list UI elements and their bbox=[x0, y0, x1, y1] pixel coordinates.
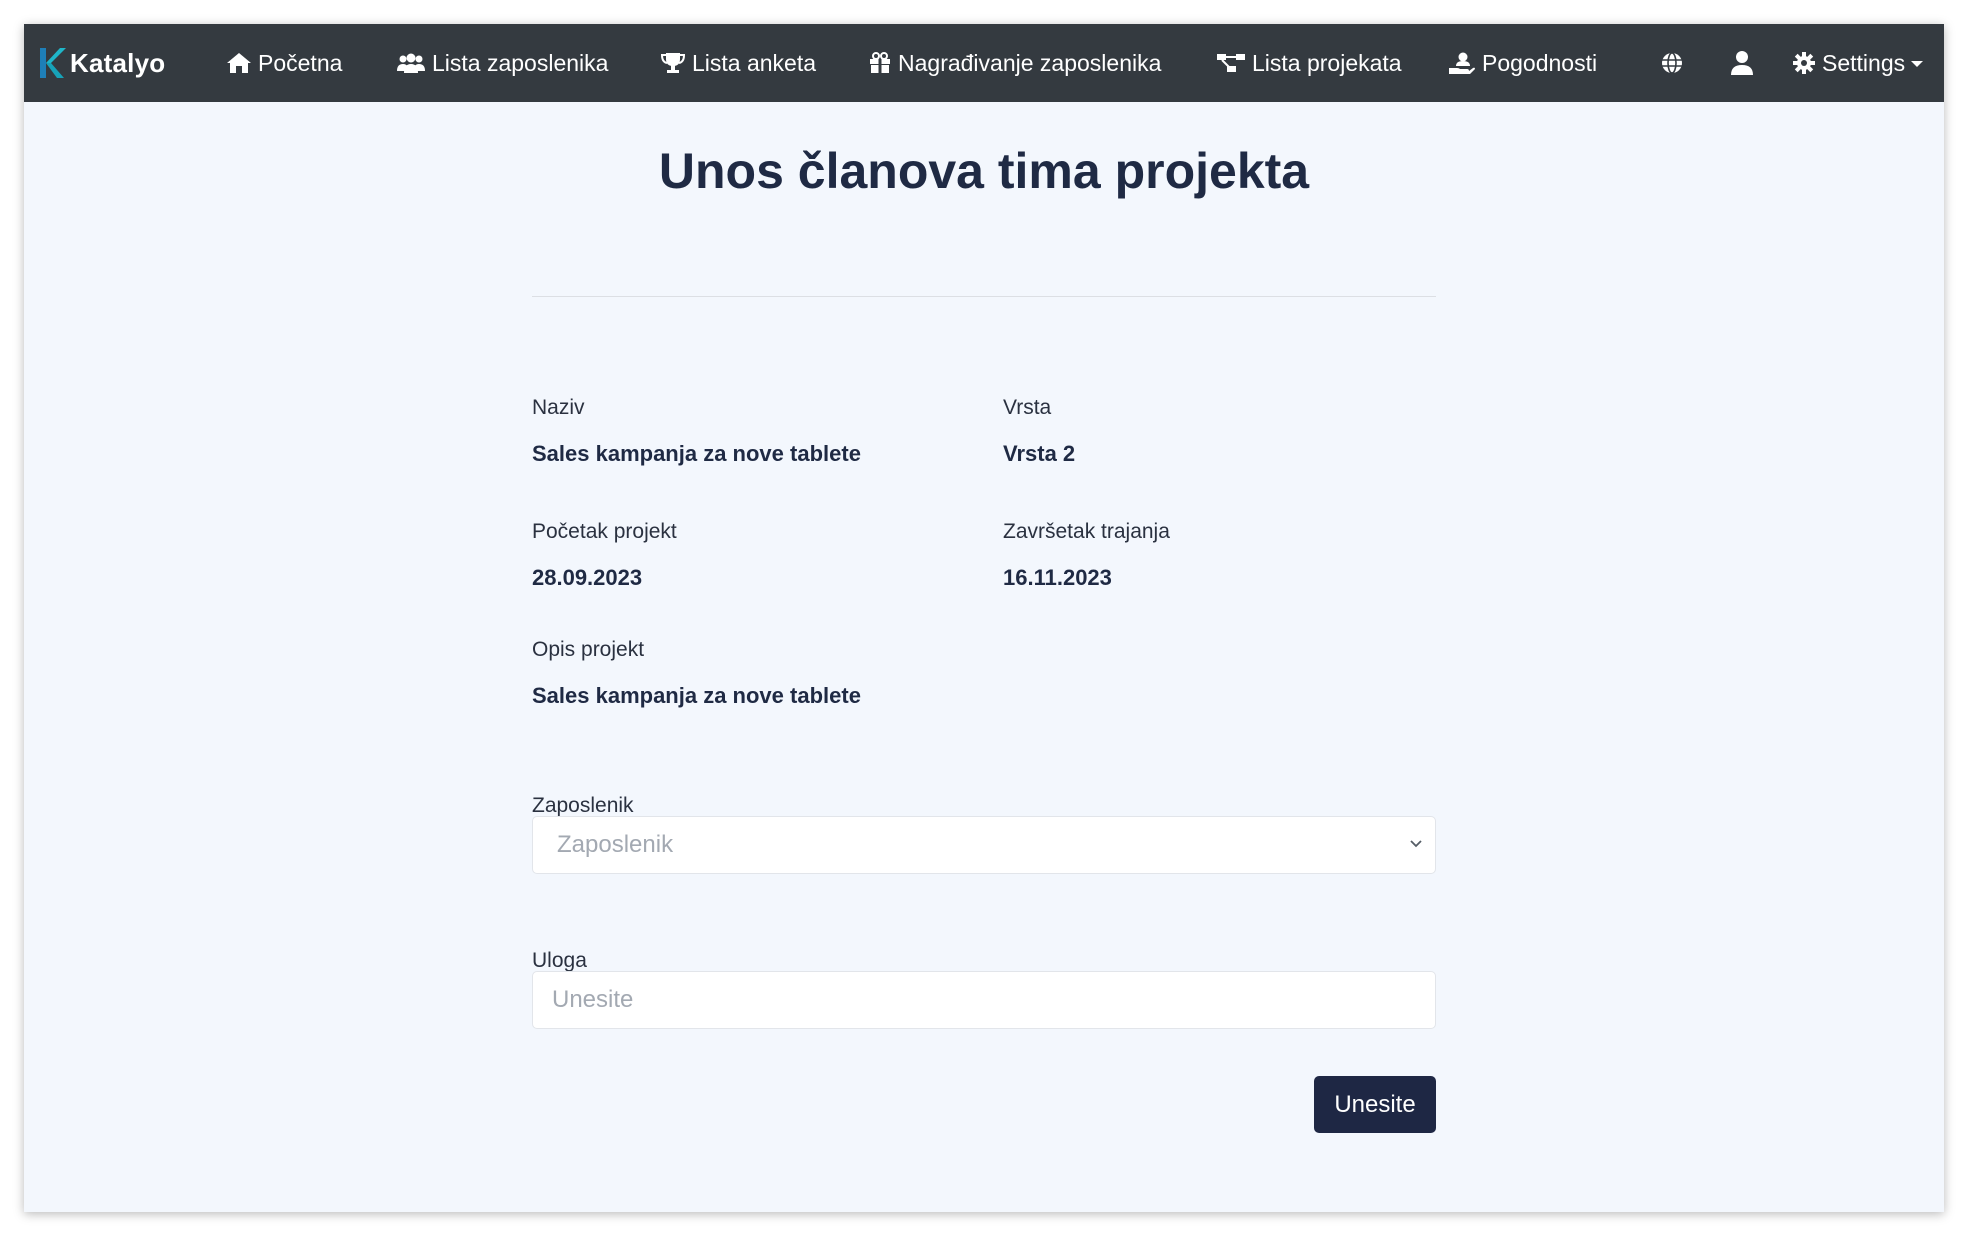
katalyo-logo-icon bbox=[40, 48, 66, 78]
naziv-label: Naziv bbox=[532, 396, 585, 419]
nav-item-label: Lista projekata bbox=[1252, 49, 1402, 76]
unesite-button[interactable]: Unesite bbox=[1314, 1076, 1436, 1133]
user-icon bbox=[1731, 51, 1753, 75]
zavrsetak-label: Završetak trajanja bbox=[1003, 520, 1170, 543]
nav-item-label: Pogodnosti bbox=[1482, 49, 1598, 76]
uloga-label: Uloga bbox=[532, 949, 587, 972]
settings-label: Settings bbox=[1822, 49, 1906, 76]
nav-item-label: Početna bbox=[258, 49, 343, 76]
uloga-input[interactable] bbox=[532, 971, 1436, 1029]
nav-item-label: Lista zaposlenika bbox=[432, 49, 609, 76]
zaposlenik-placeholder: Zaposlenik bbox=[557, 831, 674, 858]
user-profile-button[interactable] bbox=[1730, 24, 1760, 102]
vrsta-label: Vrsta bbox=[1003, 396, 1052, 419]
nav-item-pogodnosti[interactable]: Pogodnosti bbox=[1448, 24, 1597, 102]
users-icon bbox=[397, 53, 425, 73]
app-window: Katalyo Početna Lista zaposlenika Lista … bbox=[24, 24, 1944, 1212]
vrsta-value: Vrsta 2 bbox=[1003, 441, 1076, 466]
gift-icon bbox=[870, 52, 890, 73]
divider bbox=[532, 296, 1436, 297]
nav-item-lista-zaposlenika[interactable]: Lista zaposlenika bbox=[396, 24, 608, 102]
chevron-down-icon bbox=[1410, 840, 1422, 848]
caret-down-icon bbox=[1911, 61, 1924, 67]
settings-dropdown[interactable]: Settings bbox=[1792, 24, 1924, 102]
nav-item-label: Lista anketa bbox=[692, 49, 817, 76]
nav-item-lista-anketa[interactable]: Lista anketa bbox=[660, 24, 816, 102]
brand-name: Katalyo bbox=[70, 47, 166, 78]
pocetak-value: 28.09.2023 bbox=[532, 565, 643, 590]
top-navbar: Katalyo Početna Lista zaposlenika Lista … bbox=[24, 24, 1944, 102]
page-title: Unos članova tima projekta bbox=[658, 143, 1310, 199]
nav-item-nagradjivanje-zaposlenika[interactable]: Nagrađivanje zaposlenika bbox=[868, 24, 1161, 102]
opis-label: Opis projekt bbox=[532, 638, 645, 661]
zaposlenik-label: Zaposlenik bbox=[532, 794, 634, 817]
home-icon bbox=[227, 53, 251, 73]
globe-icon bbox=[1662, 52, 1682, 74]
pocetak-label: Početak projekt bbox=[532, 520, 677, 543]
opis-value: Sales kampanja za nove tablete bbox=[532, 683, 861, 708]
brand-logo[interactable]: Katalyo bbox=[38, 24, 165, 102]
zaposlenik-select[interactable]: Zaposlenik bbox=[532, 816, 1436, 874]
project-diagram-icon bbox=[1217, 54, 1245, 72]
nav-item-label: Nagrađivanje zaposlenika bbox=[898, 49, 1162, 76]
hand-holding-user-icon bbox=[1449, 52, 1475, 74]
naziv-value: Sales kampanja za nove tablete bbox=[532, 441, 861, 466]
zavrsetak-value: 16.11.2023 bbox=[1003, 565, 1112, 590]
gear-icon bbox=[1793, 52, 1815, 74]
language-button[interactable] bbox=[1660, 24, 1690, 102]
nav-item-lista-projekata[interactable]: Lista projekata bbox=[1216, 24, 1402, 102]
trophy-icon bbox=[660, 53, 686, 73]
nav-item-pocetna[interactable]: Početna bbox=[226, 24, 342, 102]
